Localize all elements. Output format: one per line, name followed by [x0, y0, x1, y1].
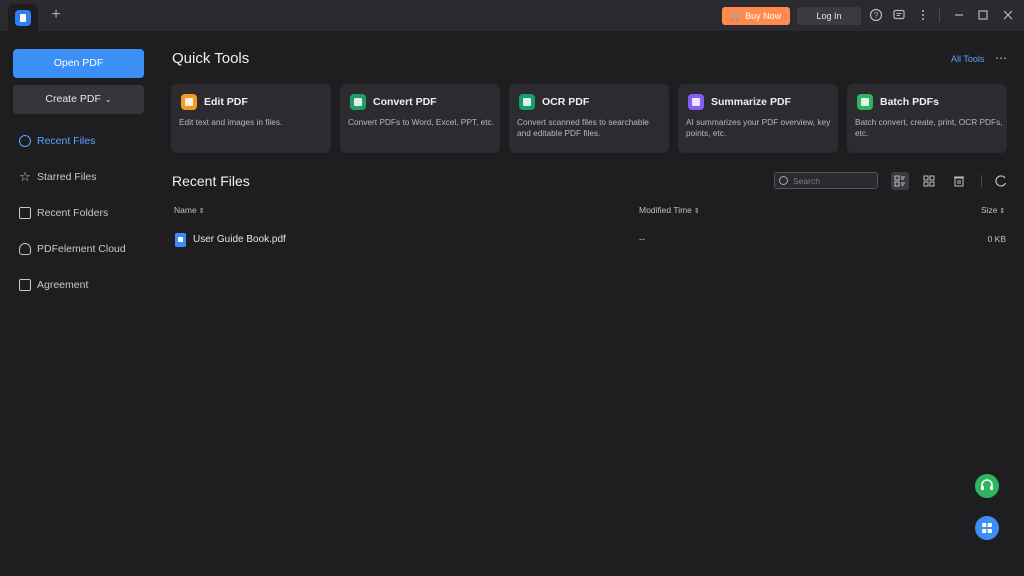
recent-files-title: Recent Files — [172, 173, 250, 189]
tool-card-title: Summarize PDF — [711, 96, 791, 108]
tool-card-batch-pdfs[interactable]: Batch PDFs Batch convert, create, print,… — [847, 84, 1007, 153]
column-header-label: Modified Time — [639, 205, 692, 215]
help-icon[interactable]: ? — [869, 8, 883, 22]
tool-card-description: AI summarizes your PDF overview, key poi… — [686, 117, 831, 138]
chevron-down-icon: ⌄ — [104, 95, 112, 104]
pdf-file-icon — [175, 233, 186, 247]
file-size: 0 KB — [987, 234, 1006, 244]
tool-card-title: Edit PDF — [204, 96, 248, 108]
open-pdf-button[interactable]: Open PDF — [13, 49, 144, 78]
edit-pdf-icon — [181, 94, 197, 110]
support-headset-icon[interactable] — [975, 474, 999, 498]
sidebar-item-label: Recent Files — [37, 135, 96, 147]
tool-card-edit-pdf[interactable]: Edit PDF Edit text and images in files. — [171, 84, 331, 153]
grid-view-icon[interactable] — [920, 172, 938, 190]
more-options-icon[interactable] — [916, 8, 930, 22]
sort-icon: ⇕ — [999, 208, 1006, 215]
tool-card-summarize-pdf[interactable]: Summarize PDF AI summarizes your PDF ove… — [678, 84, 838, 153]
file-name: User Guide Book.pdf — [193, 234, 286, 245]
search-input[interactable] — [793, 174, 873, 187]
tool-card-description: Convert scanned files to searchable and … — [517, 117, 649, 138]
search-icon — [779, 176, 788, 185]
star-icon: ☆ — [19, 169, 31, 184]
batch-pdfs-icon — [857, 94, 873, 110]
folder-icon — [19, 207, 31, 219]
sidebar-item-label: Starred Files — [37, 171, 97, 183]
clock-icon — [19, 135, 31, 147]
search-box[interactable] — [774, 172, 878, 189]
agreement-icon — [19, 279, 31, 291]
tool-card-title: Batch PDFs — [880, 96, 939, 108]
buy-now-button[interactable]: 🛒 Buy Now — [722, 7, 790, 25]
tools-panel-icon[interactable] — [975, 516, 999, 540]
main-content: Quick Tools All Tools ⋯ Edit PDF Edit te… — [157, 31, 1024, 576]
sidebar-item-pdfelement-cloud[interactable]: PDFelement Cloud — [13, 237, 144, 261]
quick-tools-title: Quick Tools — [172, 50, 250, 67]
sidebar-item-label: PDFelement Cloud — [37, 243, 126, 255]
column-header-label: Size — [981, 205, 998, 215]
message-icon[interactable] — [892, 8, 906, 22]
convert-pdf-icon — [350, 94, 366, 110]
maximize-icon[interactable] — [976, 8, 990, 22]
close-icon[interactable] — [1001, 8, 1015, 22]
tool-card-description: Edit text and images in files. — [179, 117, 283, 127]
cart-icon: 🛒 — [730, 11, 743, 21]
sidebar-item-starred-files[interactable]: ☆ Starred Files — [13, 165, 144, 189]
tool-card-convert-pdf[interactable]: Convert PDF Convert PDFs to Word, Excel,… — [340, 84, 500, 153]
column-header-size[interactable]: Size ⇕ — [981, 205, 1005, 215]
create-pdf-button[interactable]: Create PDF ⌄ — [13, 85, 144, 114]
all-tools-link[interactable]: All Tools — [951, 54, 984, 64]
quick-tools-more-icon[interactable]: ⋯ — [995, 51, 1007, 65]
list-view-icon[interactable] — [891, 172, 909, 190]
delete-icon[interactable] — [950, 172, 968, 190]
tool-card-description: Convert PDFs to Word, Excel, PPT, etc. — [348, 117, 495, 127]
file-modified-time: -- — [639, 234, 645, 244]
new-tab-button[interactable]: + — [48, 6, 64, 24]
table-row[interactable]: User Guide Book.pdf -- 0 KB — [172, 229, 1008, 251]
tool-card-description: Batch convert, create, print, OCR PDFs, … — [855, 117, 1003, 138]
log-in-button[interactable]: Log In — [797, 7, 861, 25]
sidebar-item-recent-folders[interactable]: Recent Folders — [13, 201, 144, 225]
column-header-name[interactable]: Name ⇕ — [174, 205, 205, 215]
sidebar: Open PDF Create PDF ⌄ Recent Files ☆ Star… — [0, 31, 157, 576]
summarize-pdf-icon — [688, 94, 704, 110]
buy-now-label: Buy Now — [745, 11, 782, 21]
cloud-icon — [19, 243, 31, 255]
tool-card-title: Convert PDF — [373, 96, 437, 108]
titlebar-divider — [939, 9, 940, 22]
ocr-pdf-icon — [519, 94, 535, 110]
svg-text:?: ? — [874, 11, 879, 20]
title-bar: + 🛒 Buy Now Log In ? — [0, 0, 1024, 31]
sort-icon: ⇕ — [693, 208, 700, 215]
sort-icon: ⇕ — [198, 208, 205, 215]
sidebar-item-recent-files[interactable]: Recent Files — [13, 129, 144, 153]
sidebar-item-agreement[interactable]: Agreement — [13, 273, 144, 297]
sidebar-item-label: Agreement — [37, 279, 89, 291]
sidebar-item-label: Recent Folders — [37, 207, 109, 219]
tool-card-title: OCR PDF — [542, 96, 590, 108]
column-header-label: Name — [174, 205, 197, 215]
toolbar-divider — [981, 175, 982, 187]
create-pdf-label: Create PDF — [45, 93, 101, 105]
refresh-icon[interactable] — [992, 172, 1010, 190]
tool-card-ocr-pdf[interactable]: OCR PDF Convert scanned files to searcha… — [509, 84, 669, 153]
home-tab[interactable] — [8, 4, 38, 31]
column-header-modified[interactable]: Modified Time ⇕ — [639, 205, 700, 215]
minimize-icon[interactable] — [952, 8, 966, 22]
pdfelement-logo-icon — [15, 10, 31, 26]
